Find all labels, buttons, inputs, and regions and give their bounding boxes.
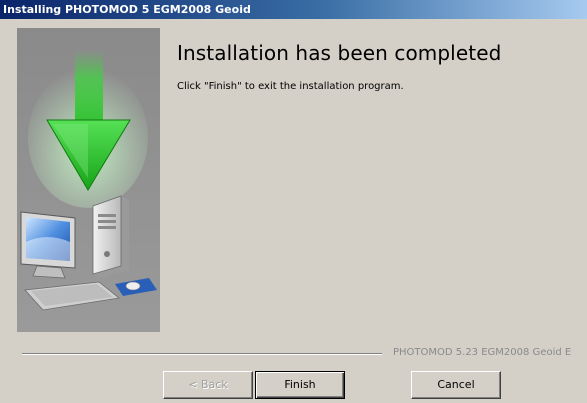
product-brand-label: PHOTOMOD 5.23 EGM2008 Geoid E — [393, 347, 572, 358]
footer-divider — [22, 353, 382, 355]
page-title: Installation has been completed — [177, 41, 502, 65]
installer-window: Installing PHOTOMOD 5 EGM2008 Geoid Inst… — [0, 0, 587, 403]
cancel-button[interactable]: Cancel — [411, 371, 501, 399]
side-banner — [17, 28, 160, 332]
banner-graphic — [17, 28, 160, 332]
back-button[interactable]: < Back — [163, 371, 253, 399]
instruction-text: Click "Finish" to exit the installation … — [177, 81, 404, 92]
title-bar[interactable]: Installing PHOTOMOD 5 EGM2008 Geoid — [0, 0, 587, 19]
finish-button[interactable]: Finish — [255, 371, 345, 399]
